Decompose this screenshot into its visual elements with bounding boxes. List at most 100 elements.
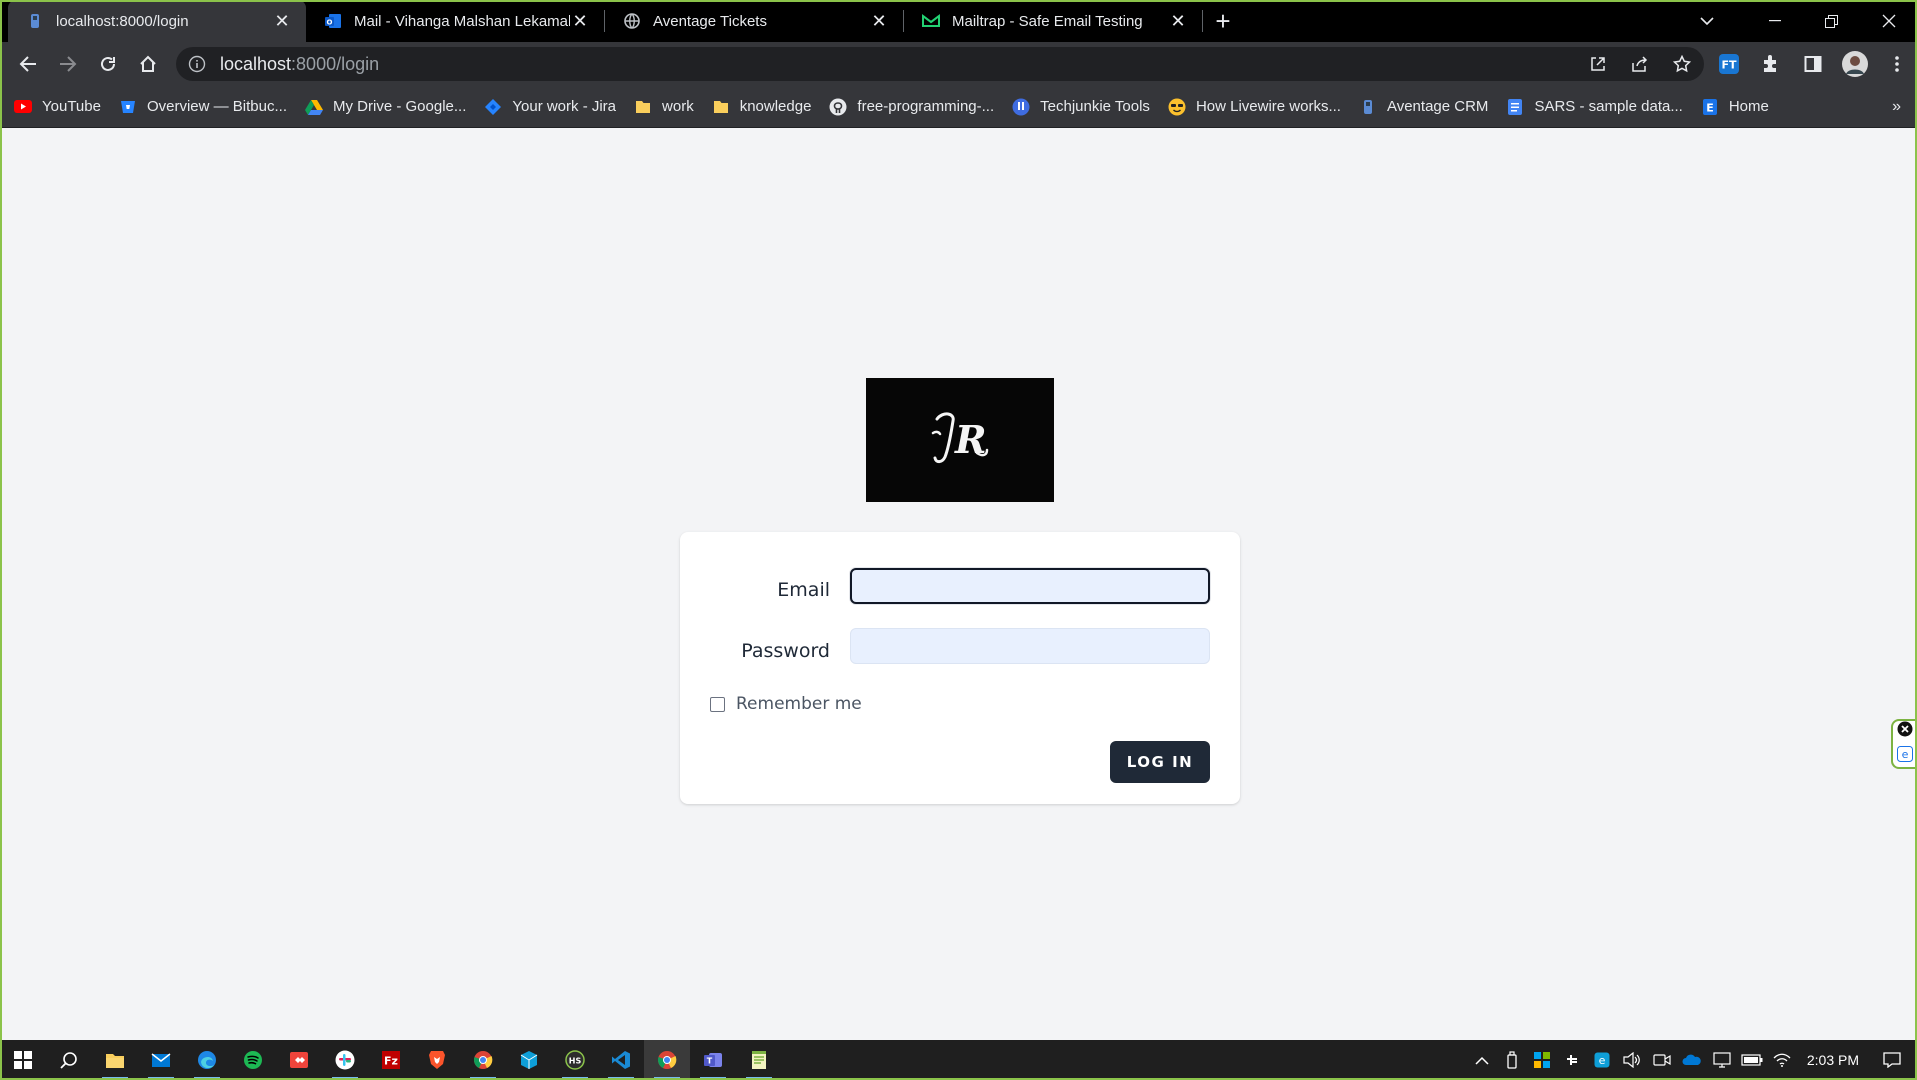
bookmark-label: Overview — Bitbuc... [146,98,287,115]
jira-icon [484,98,502,116]
bitbucket-icon [119,98,137,116]
edge-tray-icon[interactable]: e [1587,1040,1617,1080]
extensions-puzzle-icon[interactable] [1757,50,1785,78]
bookmark-livewire[interactable]: How Livewire works... [1168,98,1341,116]
bookmark-youtube[interactable]: YouTube [14,98,101,116]
forward-arrow-icon[interactable] [48,46,88,82]
side-panel-icon[interactable] [1799,50,1827,78]
close-icon[interactable]: ✕ [570,11,590,31]
bookmark-aventage-crm[interactable]: Aventage CRM [1359,98,1488,116]
chrome-icon[interactable] [460,1040,506,1080]
emoji-icon [1168,98,1186,116]
slack-icon[interactable] [322,1040,368,1080]
tab-aventage-tickets[interactable]: Aventage Tickets ✕ [605,0,903,42]
new-tab-button[interactable]: + [1203,0,1243,42]
folder-icon [634,98,652,116]
page-content: R Email Password Remember me LOG IN e [0,129,1917,1040]
close-window-icon[interactable] [1860,0,1917,42]
tab-title: localhost:8000/login [56,12,189,30]
filezilla-icon[interactable]: Fz [368,1040,414,1080]
edge-icon[interactable] [184,1040,230,1080]
bookmark-home[interactable]: E Home [1701,98,1769,116]
vscode-icon[interactable] [598,1040,644,1080]
bookmark-label: Techjunkie Tools [1040,98,1150,115]
display-icon[interactable] [1707,1040,1737,1080]
site-info-icon[interactable] [188,55,206,73]
chevron-up-icon[interactable] [1467,1040,1497,1080]
bookmark-label: My Drive - Google... [333,98,467,115]
chrome-active-icon[interactable] [644,1040,690,1080]
bookmark-label: Aventage CRM [1386,98,1489,115]
close-circle-icon[interactable] [1897,721,1913,742]
back-arrow-icon[interactable] [8,46,48,82]
windows-start-icon[interactable] [0,1040,46,1080]
windows-store-icon[interactable] [1527,1040,1557,1080]
system-tray: e 2:03 PM [1467,1040,1917,1080]
home-e-icon: E [1701,98,1719,116]
techjunkie-icon [1012,98,1030,116]
restore-icon[interactable] [1803,0,1860,42]
password-field[interactable] [850,628,1210,664]
notifications-icon[interactable] [1877,1040,1907,1080]
wifi-icon[interactable] [1767,1040,1797,1080]
bookmark-github[interactable]: free-programming-... [829,98,994,116]
browser-menu-icon[interactable] [1883,50,1911,78]
reload-icon[interactable] [88,46,128,82]
mail-app-icon[interactable] [138,1040,184,1080]
close-icon[interactable]: ✕ [869,11,889,31]
tab-mailtrap[interactable]: Mailtrap - Safe Email Testing ✕ [904,0,1202,42]
svg-text:T: T [707,1057,713,1066]
brave-icon[interactable] [414,1040,460,1080]
extension-ft-icon[interactable]: FT [1715,50,1743,78]
anydesk-icon[interactable] [276,1040,322,1080]
close-icon[interactable]: ✕ [1168,11,1188,31]
minimize-icon[interactable] [1746,0,1803,42]
tab-mail[interactable]: O Mail - Vihanga Malshan Lekamal ✕ [306,0,604,42]
slack-tray-icon[interactable] [1557,1040,1587,1080]
open-in-app-icon[interactable] [1588,54,1608,74]
email-field[interactable] [850,568,1210,604]
search-icon[interactable] [46,1040,92,1080]
heidisql-icon[interactable]: HS [552,1040,598,1080]
usb-device-icon[interactable] [1497,1040,1527,1080]
tab-strip: localhost:8000/login ✕ O Mail - Vihanga … [0,0,1917,42]
file-explorer-icon[interactable] [92,1040,138,1080]
spotify-icon[interactable] [230,1040,276,1080]
brand-logo: R [866,378,1054,502]
bookmarks-overflow-icon[interactable]: » [1892,86,1901,128]
bookmark-jira[interactable]: Your work - Jira [484,98,616,116]
home-icon[interactable] [128,46,168,82]
taskbar-clock[interactable]: 2:03 PM [1807,1052,1859,1068]
profile-avatar[interactable] [1841,50,1869,78]
bookmark-folder-work[interactable]: work [634,98,694,116]
url-host: localhost [220,53,292,74]
teams-icon[interactable]: T [690,1040,736,1080]
3d-box-icon[interactable] [506,1040,552,1080]
youtube-icon [14,98,32,116]
extension-e-icon[interactable]: e [1897,746,1913,767]
extension-area: FT [1715,46,1911,82]
notepad-plus-icon[interactable] [736,1040,782,1080]
bookmark-google-drive[interactable]: My Drive - Google... [305,98,466,116]
remember-me-checkbox[interactable] [710,697,725,712]
svg-text:e: e [1902,748,1909,761]
address-bar[interactable]: localhost:8000/login [176,47,1704,81]
share-icon[interactable] [1630,54,1650,74]
tab-login[interactable]: localhost:8000/login ✕ [8,0,306,42]
volume-icon[interactable] [1617,1040,1647,1080]
svg-text:Fz: Fz [384,1055,398,1068]
bookmark-label: free-programming-... [857,98,995,115]
meet-now-icon[interactable] [1647,1040,1677,1080]
side-extension-widget: e [1891,719,1917,769]
bookmark-bitbucket[interactable]: Overview — Bitbuc... [119,98,287,116]
onedrive-icon[interactable] [1677,1040,1707,1080]
bookmark-star-icon[interactable] [1672,54,1692,74]
svg-text:e: e [1598,1054,1605,1067]
bookmark-sars[interactable]: SARS - sample data... [1506,98,1683,116]
bookmark-folder-knowledge[interactable]: knowledge [712,98,811,116]
close-icon[interactable]: ✕ [272,11,292,31]
bookmark-techjunkie[interactable]: Techjunkie Tools [1012,98,1150,116]
login-button[interactable]: LOG IN [1110,741,1210,783]
battery-icon[interactable] [1737,1040,1767,1080]
tab-search-chevron-icon[interactable] [1687,0,1727,42]
